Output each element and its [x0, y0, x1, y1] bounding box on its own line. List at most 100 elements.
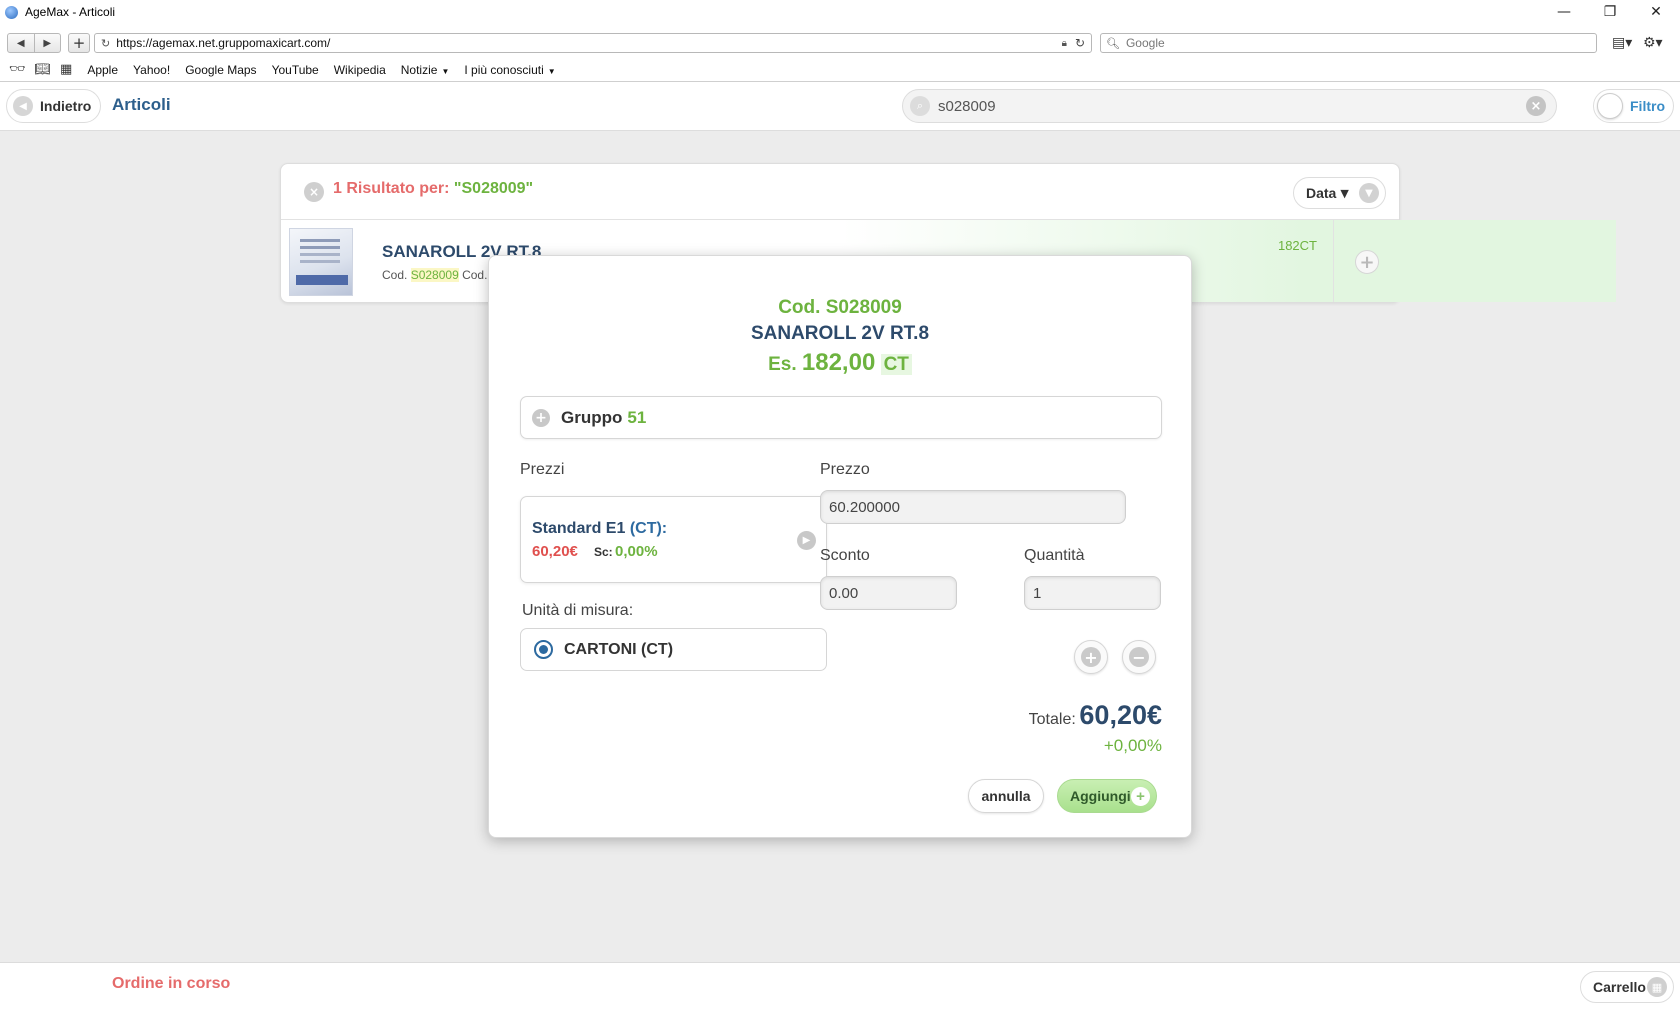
quantita-label: Quantità — [1024, 547, 1085, 564]
chevron-down-icon: ▼ — [547, 66, 556, 76]
prezzo-label: Prezzo — [820, 461, 870, 478]
bookmarks-bar: 👓︎ 📖︎ ▦ Apple Yahoo! Google Maps YouTube… — [0, 58, 1680, 82]
prices-label: Prezzi — [520, 461, 565, 478]
price-list-item[interactable]: Standard E1 (CT): 60,20€ Sc: 0,00% ▶ — [520, 496, 827, 583]
group-expander[interactable]: + Gruppo 51 — [520, 396, 1162, 439]
modal-stock: Es. 182,00 CT — [489, 349, 1191, 377]
cart-label: Carrello — [1593, 979, 1646, 995]
current-order-link[interactable]: Ordine in corso — [112, 975, 230, 993]
bookmark-yahoo[interactable]: Yahoo! — [133, 63, 170, 77]
stock-prefix: Es. — [768, 354, 797, 375]
app-header: ◀ Indietro Articoli ⌕ s028009 × Filtro — [0, 82, 1680, 131]
modal-product-name: SANAROLL 2V RT.8 — [750, 323, 930, 344]
app-globe-icon — [5, 5, 18, 19]
bookmark-notizie-menu[interactable]: Notizie ▼ — [401, 63, 450, 77]
radio-selected-icon[interactable] — [534, 640, 553, 659]
reading-list-icon[interactable]: 👓︎ — [9, 62, 26, 77]
browser-search-field[interactable]: 🔍︎ Google — [1100, 33, 1597, 53]
close-window-button[interactable]: ✕ — [1633, 0, 1679, 24]
sconto-input[interactable]: 0.00 — [820, 576, 957, 610]
result-stock-qty: 182CT — [1277, 238, 1317, 253]
plus-icon: + — [1081, 647, 1101, 667]
chevron-down-icon: ▼ — [1359, 183, 1379, 203]
bookmark-apple[interactable]: Apple — [87, 63, 118, 77]
stock-unit: CT — [880, 354, 912, 375]
product-thumbnail — [289, 228, 353, 296]
results-count-text: 1 Risultato per: — [333, 180, 454, 197]
page-menu-icon[interactable]: ▤▾ — [1612, 35, 1632, 51]
unit-of-measure-label: Unità di misura: — [522, 602, 634, 619]
plus-icon: + — [1131, 786, 1150, 806]
result-product-code: Cod. S028009 Cod.F — [382, 268, 495, 282]
price-value: 60,20€ — [532, 543, 578, 560]
cancel-button[interactable]: annulla — [968, 779, 1044, 813]
modal-code: Cod. S028009 — [778, 297, 902, 318]
bookmark-piu-conosciuti-label: I più conosciuti — [464, 62, 544, 77]
group-value: 51 — [627, 407, 647, 427]
back-button[interactable]: ◀ Indietro — [6, 89, 101, 123]
increase-quantity-button[interactable]: + — [1074, 640, 1108, 674]
back-nav-icon[interactable]: ◀ — [8, 34, 35, 52]
page-title: Articoli — [112, 95, 171, 114]
group-label: Gruppo — [561, 407, 623, 427]
forward-nav-icon[interactable]: ▶ — [35, 34, 61, 52]
add-article-dialog: Cod. S028009 SANAROLL 2V RT.8 Es. 182,00… — [488, 255, 1192, 838]
window-title: AgeMax - Articoli — [25, 5, 116, 19]
restore-button[interactable]: ❐ — [1587, 0, 1633, 24]
results-title: 1 Risultato per: "S028009" — [333, 180, 533, 198]
clear-results-icon[interactable]: × — [304, 182, 324, 202]
sort-dropdown[interactable]: Data ▼ ▼ — [1293, 177, 1386, 209]
filter-toggle[interactable]: Filtro — [1593, 89, 1674, 123]
plus-circle-icon: + — [532, 408, 550, 427]
filter-label: Filtro — [1630, 98, 1665, 114]
result-add-cell: + — [1333, 220, 1399, 302]
window-titlebar: AgeMax - Articoli — ❐ ✕ — [0, 0, 1680, 24]
stock-value: 182,00 — [801, 349, 876, 376]
gear-icon[interactable]: ⚙▾ — [1643, 35, 1663, 51]
add-button-label: Aggiungi — [1070, 788, 1131, 804]
unit-option-cartoni[interactable]: CARTONI (CT) — [520, 628, 827, 671]
search-value[interactable]: s028009 — [938, 98, 996, 115]
cart-button[interactable]: Carrello ▦ — [1580, 971, 1674, 1003]
new-tab-button[interactable]: + — [68, 33, 90, 53]
address-bar[interactable]: ↻ https://agemax.net.gruppomaxicart.com/… — [94, 33, 1092, 53]
bookmarks-book-icon[interactable]: 📖︎ — [35, 62, 52, 77]
minimize-button[interactable]: — — [1541, 0, 1587, 24]
total-label: Totale: — [1028, 711, 1076, 728]
chevron-right-icon: ▶ — [797, 531, 816, 550]
bookmark-youtube[interactable]: YouTube — [272, 63, 319, 77]
reload-small-icon: ↻ — [101, 36, 111, 50]
clear-search-icon[interactable]: × — [1526, 96, 1546, 116]
code-label: Cod. — [382, 268, 408, 282]
browser-toolbar: ◀ ▶ + ↻ https://agemax.net.gruppomaxicar… — [0, 24, 1680, 58]
refresh-icon[interactable]: ↻ — [1075, 36, 1085, 50]
address-url[interactable]: https://agemax.net.gruppomaxicart.com/ — [116, 36, 330, 50]
decrease-quantity-button[interactable]: − — [1122, 640, 1156, 674]
price-list-name: Standard E1 — [532, 520, 626, 537]
nav-buttons: ◀ ▶ — [7, 33, 61, 53]
price-name: Standard E1 (CT): — [532, 520, 667, 538]
sconto-label: Sconto — [820, 547, 870, 564]
top-sites-grid-icon[interactable]: ▦ — [60, 62, 72, 77]
bookmark-piu-conosciuti-menu[interactable]: I più conosciuti ▼ — [464, 63, 555, 77]
add-button[interactable]: Aggiungi + — [1057, 779, 1157, 813]
lock-icon: 🔒︎ — [1061, 37, 1067, 49]
quantita-input[interactable]: 1 — [1024, 576, 1161, 610]
price-unit: (CT): — [629, 520, 668, 537]
results-header: × 1 Risultato per: "S028009" Data ▼ ▼ — [281, 164, 1399, 220]
price-discount-value: 0,00% — [615, 543, 658, 560]
total-discount: +0,00% — [1103, 736, 1162, 755]
bookmark-wikipedia[interactable]: Wikipedia — [334, 63, 386, 77]
code-value: S028009 — [410, 268, 459, 282]
sort-label: Data — [1306, 185, 1337, 201]
app-footer: Ordine in corso Carrello ▦ — [0, 962, 1680, 1010]
bookmark-google-maps[interactable]: Google Maps — [185, 63, 256, 77]
total: Totale: 60,20€ — [1029, 700, 1162, 731]
unit-option-label: CARTONI (CT) — [564, 640, 674, 658]
bookmark-notizie-label: Notizie — [400, 62, 438, 77]
article-search-input[interactable]: ⌕ s028009 × — [902, 89, 1557, 123]
prezzo-input[interactable]: 60.200000 — [820, 490, 1126, 524]
back-button-label: Indietro — [40, 98, 92, 114]
minus-icon: − — [1129, 647, 1149, 667]
add-to-cart-icon[interactable]: + — [1355, 250, 1379, 274]
